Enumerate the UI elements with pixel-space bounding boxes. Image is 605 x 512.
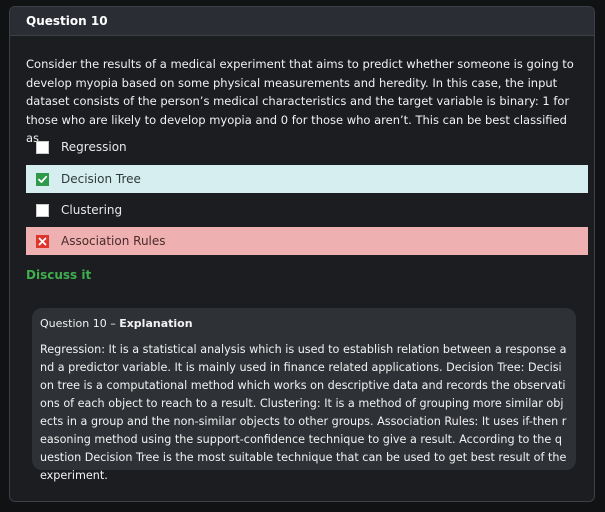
option-label: Association Rules [61,234,166,248]
explanation-title: Question 10 – Explanation [40,317,568,330]
explanation-title-prefix: Question 10 – [40,317,120,330]
checkbox-icon[interactable] [36,203,49,217]
explanation-title-bold: Explanation [119,317,193,330]
discuss-link[interactable]: Discuss it [26,268,91,282]
option-association-rules[interactable]: Association Rules [26,227,588,255]
checkbox-icon[interactable] [36,140,49,154]
question-title: Question 10 [26,14,108,28]
option-regression[interactable]: Regression [26,133,588,161]
option-label: Decision Tree [61,172,141,186]
check-icon[interactable] [36,172,49,186]
option-clustering[interactable]: Clustering [26,196,588,224]
cross-icon[interactable] [36,234,49,248]
option-label: Clustering [61,203,123,217]
question-card: Question 10 Consider the results of a me… [9,6,595,502]
question-header: Question 10 [10,7,594,36]
option-label: Regression [61,140,127,154]
option-decision-tree[interactable]: Decision Tree [26,165,588,193]
explanation-body: Regression: It is a statistical analysis… [40,343,567,482]
explanation-panel: Question 10 – Explanation Regression: It… [32,308,576,482]
